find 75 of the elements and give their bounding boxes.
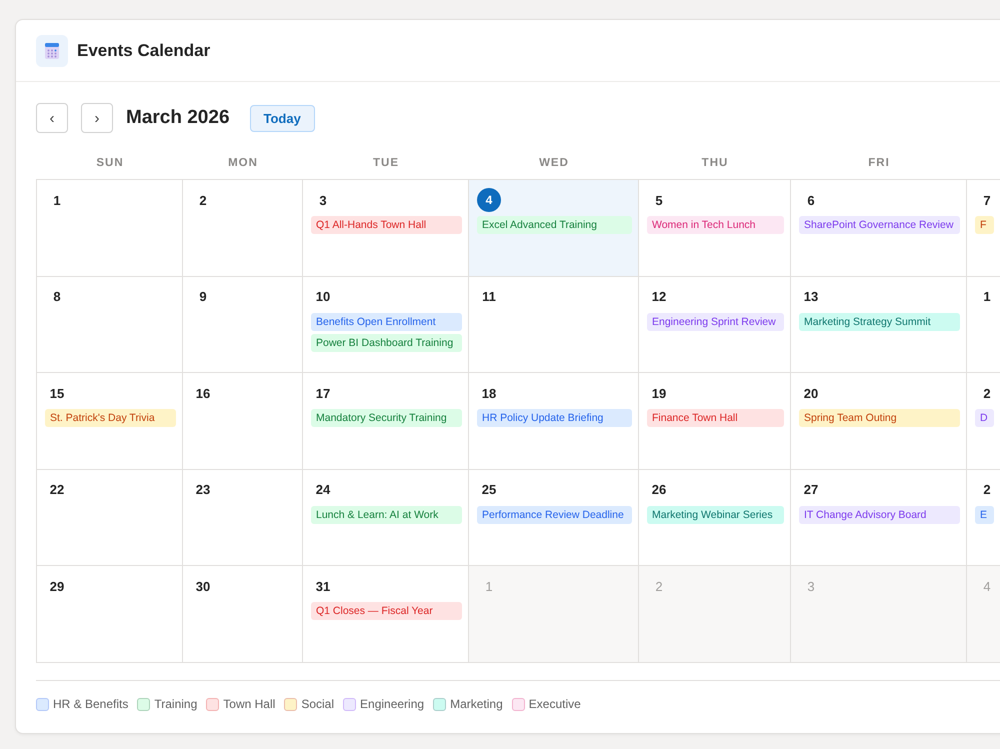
legend-label: Marketing xyxy=(450,697,503,712)
date-number: 25 xyxy=(480,481,498,500)
date-number: 10 xyxy=(314,288,332,306)
event-chip[interactable]: Mandatory Security Training xyxy=(311,409,462,428)
date-number: 9 xyxy=(198,288,208,306)
event-chip[interactable]: St. Patrick's Day Trivia xyxy=(45,409,176,428)
date-number: 6 xyxy=(806,192,816,210)
event-chip[interactable]: Women in Tech Lunch xyxy=(647,216,784,234)
date-number: 12 xyxy=(650,288,668,306)
date-number: 4 xyxy=(982,578,992,596)
date-number: 17 xyxy=(314,384,332,403)
legend-label: Town Hall xyxy=(223,697,276,712)
weekday-label: MON xyxy=(228,157,258,169)
legend-label: HR & Benefits xyxy=(53,697,128,712)
event-chip[interactable]: Marketing Strategy Summit xyxy=(799,312,960,331)
event-chip[interactable]: Performance Review Deadline xyxy=(477,506,632,524)
event-chip[interactable]: Finance Town Hall xyxy=(647,409,784,428)
date-number: 19 xyxy=(650,384,668,403)
event-chip[interactable]: F xyxy=(975,216,994,234)
date-number: 2 xyxy=(982,481,992,500)
event-chip[interactable]: Excel Advanced Training xyxy=(477,216,632,234)
event-chip[interactable]: IT Change Advisory Board xyxy=(799,506,960,524)
date-number: 30 xyxy=(194,578,212,596)
legend-label: Executive xyxy=(528,697,581,712)
date-number: 24 xyxy=(314,481,332,500)
date-number: 18 xyxy=(480,384,498,403)
date-number: 4 xyxy=(477,188,501,212)
date-number: 1 xyxy=(52,192,62,210)
date-number: 5 xyxy=(654,192,664,210)
date-number: 2 xyxy=(982,384,992,403)
event-chip[interactable]: Marketing Webinar Series xyxy=(647,506,784,524)
date-number: 31 xyxy=(314,578,332,596)
date-number: 11 xyxy=(481,288,497,306)
event-chip[interactable]: Q1 Closes — Fiscal Year xyxy=(311,602,462,620)
date-number: 3 xyxy=(318,192,328,210)
date-number: 20 xyxy=(802,384,820,403)
weekday-label: SUN xyxy=(96,157,124,169)
date-number: 29 xyxy=(48,578,66,596)
date-number: 2 xyxy=(198,192,208,210)
event-chip[interactable]: D xyxy=(975,409,994,428)
date-number: 27 xyxy=(802,481,820,500)
date-number: 1 xyxy=(484,578,494,596)
weekday-label: TUE xyxy=(373,157,399,169)
event-chip[interactable]: Power BI Dashboard Training xyxy=(311,334,462,352)
page-title: Events Calendar xyxy=(77,40,210,60)
date-number: 22 xyxy=(48,481,66,500)
event-chip[interactable]: Q1 All-Hands Town Hall xyxy=(311,216,462,234)
legend-label: Engineering xyxy=(360,697,424,712)
event-chip[interactable]: Benefits Open Enrollment xyxy=(311,312,462,331)
date-number: 2 xyxy=(654,578,664,596)
date-number: 23 xyxy=(194,481,212,500)
date-number: 26 xyxy=(650,481,668,500)
previous-button[interactable]: ‹ xyxy=(36,103,68,133)
date-number: 15 xyxy=(48,384,66,403)
legend-label: Social xyxy=(301,697,334,712)
calendar-icon xyxy=(36,34,68,66)
month-title: March 2026 xyxy=(126,107,230,129)
next-button[interactable]: › xyxy=(81,103,113,133)
date-number: 1 xyxy=(982,288,992,306)
event-chip[interactable]: Lunch & Learn: AI at Work xyxy=(311,506,462,524)
date-number: 3 xyxy=(806,578,816,596)
date-number: 7 xyxy=(982,192,992,210)
event-chip[interactable]: Engineering Sprint Review xyxy=(647,312,784,331)
weekday-label: FRI xyxy=(868,157,890,169)
date-number: 8 xyxy=(52,288,62,306)
event-chip[interactable]: SharePoint Governance Review xyxy=(799,216,960,234)
event-chip[interactable]: HR Policy Update Briefing xyxy=(477,409,632,428)
today-button[interactable]: Today xyxy=(250,104,315,132)
legend-label: Training xyxy=(154,697,198,712)
weekday-label: THU xyxy=(702,157,728,169)
date-number: 13 xyxy=(802,288,820,306)
date-number: 16 xyxy=(194,384,212,403)
event-chip[interactable]: Spring Team Outing xyxy=(799,409,960,428)
event-chip[interactable]: E xyxy=(975,506,994,524)
weekday-label: WED xyxy=(539,157,569,169)
